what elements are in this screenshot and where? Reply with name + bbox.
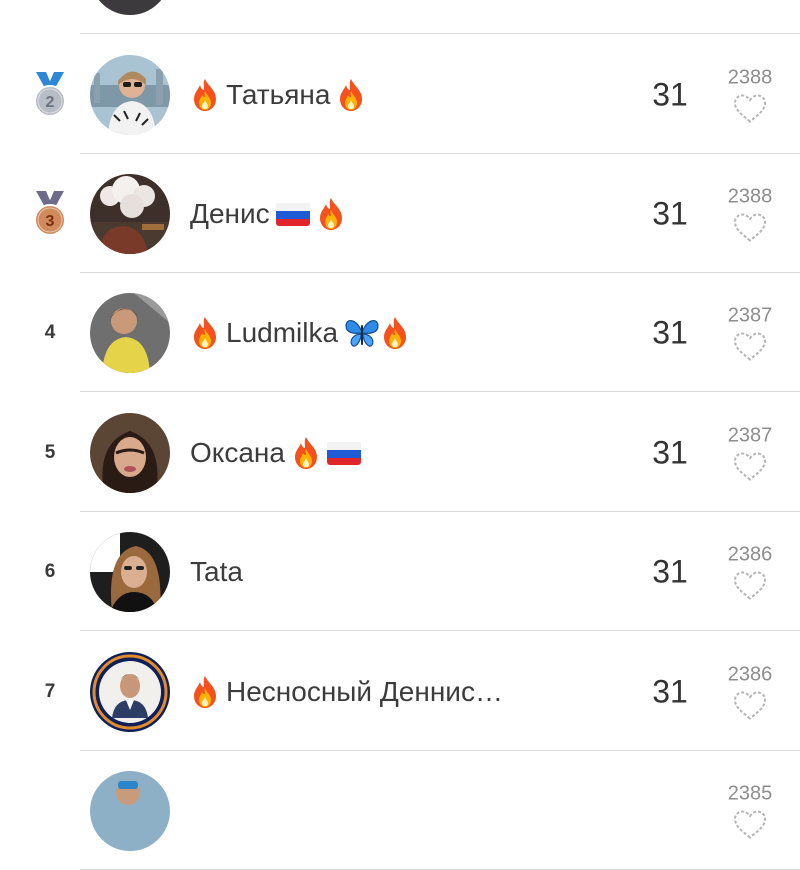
butterfly-icon — [344, 316, 379, 350]
user-name[interactable]: Оксана — [190, 436, 361, 470]
like-count: 2385 — [727, 782, 773, 804]
russian-flag-icon — [275, 202, 310, 226]
fire-icon — [190, 675, 220, 709]
avatar[interactable] — [90, 292, 170, 373]
avatar[interactable] — [90, 0, 170, 15]
leaderboard-row[interactable]: 3 Денис 31 2388 — [0, 154, 800, 273]
likes-block: 2388 — [715, 185, 785, 242]
leaderboard-row[interactable]: 6 Tata 31 2386 — [0, 512, 800, 631]
likes-block: 2385 — [715, 782, 785, 839]
avatar[interactable] — [90, 770, 170, 851]
row-divider — [80, 391, 800, 392]
likes-block: 2386 — [715, 663, 785, 720]
like-count: 2388 — [727, 185, 773, 207]
bronze-medal-icon: 3 — [32, 190, 68, 237]
svg-text:3: 3 — [46, 213, 55, 230]
user-name[interactable]: Татьяна — [190, 78, 366, 112]
like-count: 2387 — [727, 304, 773, 326]
user-name-text: Несносный Деннис… — [226, 675, 503, 707]
user-name[interactable]: Денис — [190, 197, 346, 231]
likes-block: 2386 — [715, 543, 785, 600]
fire-icon — [380, 316, 410, 350]
row-divider — [80, 33, 800, 34]
heart-like-icon[interactable] — [733, 212, 767, 242]
leaderboard-row[interactable]: 4 Ludmilka 31 2387 — [0, 273, 800, 392]
heart-like-icon[interactable] — [733, 93, 767, 123]
score-value: 31 — [652, 195, 688, 231]
row-divider — [80, 630, 800, 631]
heart-like-icon[interactable] — [733, 331, 767, 361]
heart-like-icon[interactable] — [733, 809, 767, 839]
leaderboard-row[interactable]: 5 Оксана 31 2387 — [0, 393, 800, 512]
user-name[interactable]: Несносный Деннис… — [190, 675, 503, 709]
avatar[interactable] — [90, 531, 170, 612]
leaderboard-row[interactable]: 2385 — [0, 751, 800, 870]
leaderboard-row[interactable] — [0, 0, 800, 34]
heart-like-icon[interactable] — [733, 690, 767, 720]
like-count: 2388 — [727, 66, 773, 88]
like-count: 2387 — [727, 424, 773, 446]
fire-icon — [316, 197, 346, 231]
avatar[interactable] — [90, 173, 170, 254]
likes-block: 2387 — [715, 304, 785, 361]
avatar[interactable] — [90, 54, 170, 135]
likes-block: 2387 — [715, 424, 785, 481]
user-name-text: Денис — [190, 197, 270, 229]
avatar[interactable] — [90, 651, 170, 732]
rank-number: 6 — [44, 560, 56, 582]
leaderboard-row[interactable]: 2 Татьяна 31 2388 — [0, 35, 800, 154]
svg-text:2: 2 — [46, 94, 55, 111]
russian-flag-icon — [326, 441, 361, 465]
user-name[interactable]: Tata — [190, 556, 243, 588]
leaderboard-list: 2 Татьяна 31 2388 3 Денис 31 2388 4 Ludmilk… — [0, 0, 800, 870]
silver-medal-icon: 2 — [32, 71, 68, 118]
rank-number: 4 — [44, 321, 56, 343]
leaderboard-row[interactable]: 7 Несносный Деннис… 31 2386 — [0, 632, 800, 751]
user-name-text: Tata — [190, 555, 243, 587]
heart-like-icon[interactable] — [733, 451, 767, 481]
fire-icon — [190, 78, 220, 112]
score-value: 31 — [652, 314, 688, 350]
score-value: 31 — [652, 673, 688, 709]
avatar[interactable] — [90, 412, 170, 493]
score-value: 31 — [652, 76, 688, 112]
user-name[interactable]: Ludmilka — [190, 316, 410, 350]
rank-number: 5 — [44, 441, 56, 463]
fire-icon — [336, 78, 366, 112]
user-name-text: Ludmilka — [226, 316, 339, 348]
likes-block: 2388 — [715, 66, 785, 123]
fire-icon — [291, 436, 321, 470]
fire-icon — [190, 316, 220, 350]
score-value: 31 — [652, 553, 688, 589]
rank-number: 7 — [44, 680, 56, 702]
heart-like-icon[interactable] — [733, 570, 767, 600]
user-name-text: Татьяна — [226, 78, 331, 110]
like-count: 2386 — [727, 543, 773, 565]
like-count: 2386 — [727, 663, 773, 685]
score-value: 31 — [652, 434, 688, 470]
user-name-text: Оксана — [190, 436, 285, 468]
